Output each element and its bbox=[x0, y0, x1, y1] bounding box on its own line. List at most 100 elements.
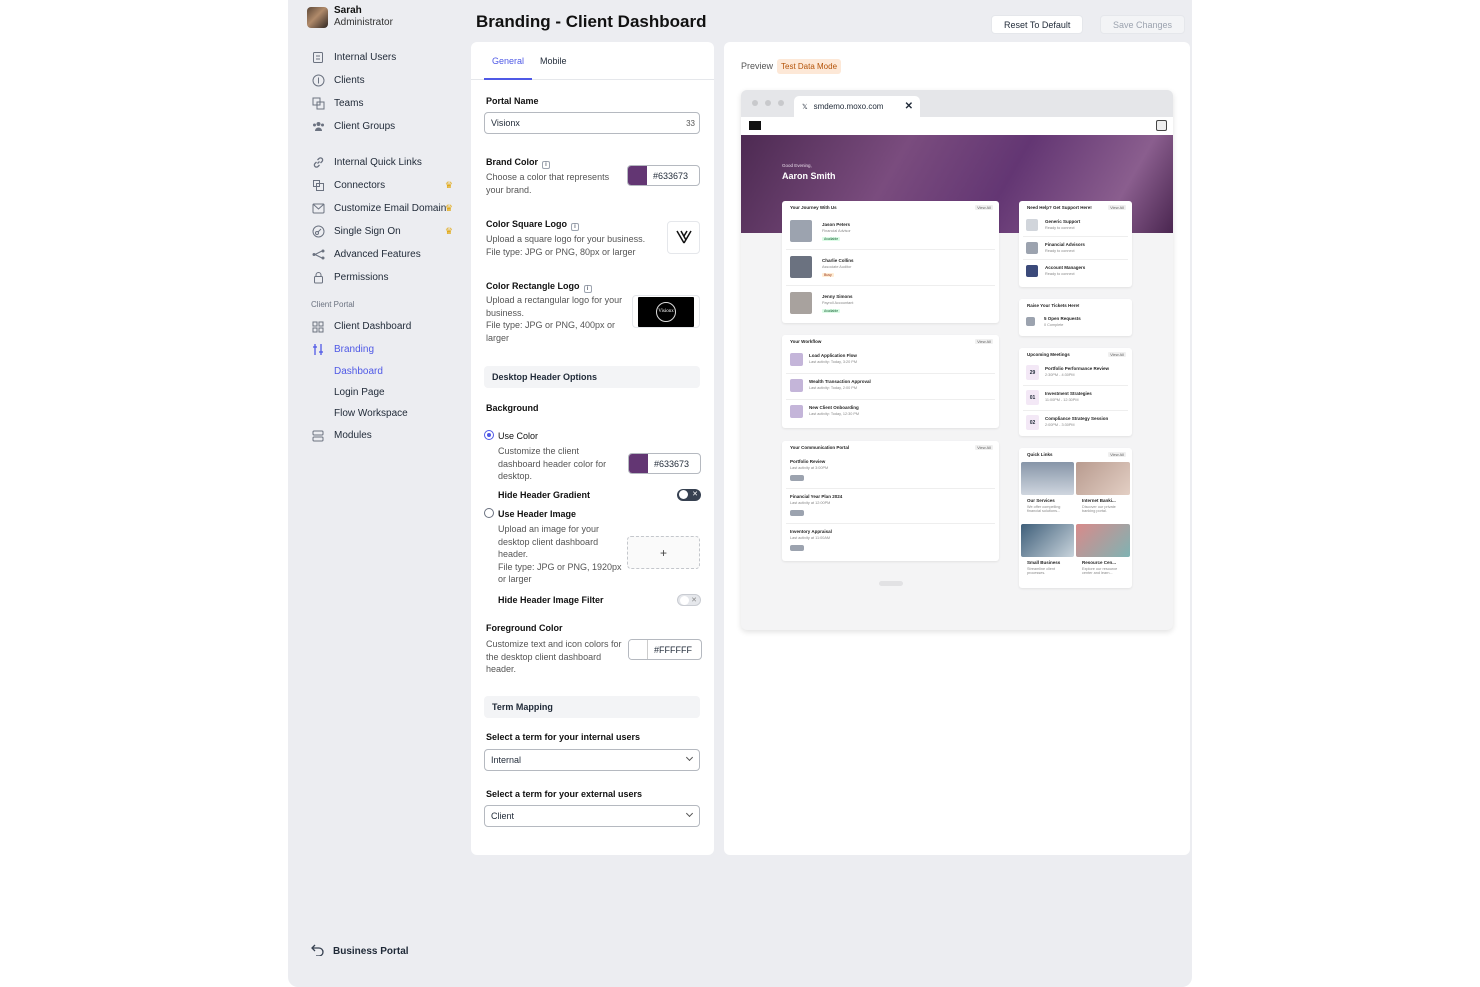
list-item[interactable]: Financial Advisors Ready to connect bbox=[1023, 237, 1128, 260]
close-icon: ✕ bbox=[691, 597, 697, 604]
quick-link-sub: We offer compelling financial solutions.… bbox=[1027, 505, 1061, 513]
list-item[interactable]: Jenny Simons Payroll Accountant Availabl… bbox=[786, 286, 995, 322]
meeting-name: Compliance Strategy Session bbox=[1045, 416, 1109, 421]
sidebar-item-advanced[interactable]: Advanced Features bbox=[311, 243, 481, 266]
list-item[interactable]: Account Managers Ready to connect bbox=[1023, 260, 1128, 283]
list-item[interactable]: Charlie Collins Associate Auditor Busy bbox=[786, 250, 995, 286]
list-item[interactable]: Portfolio Review Last activity at 3:00PM bbox=[786, 454, 995, 489]
user-profile[interactable]: Sarah Administrator bbox=[307, 5, 393, 29]
quick-link-image[interactable] bbox=[1076, 524, 1130, 557]
sidebar-item-branding[interactable]: Branding bbox=[311, 338, 481, 361]
internal-term-select[interactable]: Internal bbox=[484, 749, 700, 771]
hide-filter-toggle[interactable]: ✕ bbox=[677, 594, 701, 606]
rect-logo-upload[interactable]: Visionx bbox=[632, 295, 700, 328]
conversation-sub: Last activity at 3:00PM bbox=[790, 466, 829, 470]
square-logo-desc: Upload a square logo for your business. F… bbox=[486, 233, 661, 258]
close-icon: ✕ bbox=[692, 491, 698, 498]
sidebar-subitem-login-page[interactable]: Login Page bbox=[311, 382, 481, 403]
communication-card: Your Communication Portal View All Portf… bbox=[782, 441, 999, 561]
list-item[interactable]: 02 Compliance Strategy Session 2:00PM - 3:… bbox=[1023, 411, 1128, 436]
tab-mobile[interactable]: Mobile bbox=[532, 42, 575, 79]
sidebar-item-label: Branding bbox=[334, 344, 375, 355]
view-all-link[interactable]: View All bbox=[975, 445, 993, 450]
list-item[interactable]: Generic Support Ready to connect bbox=[1023, 214, 1128, 237]
sidebar-item-quick-links[interactable]: Internal Quick Links bbox=[311, 151, 481, 174]
sidebar-item-sso[interactable]: Single Sign On ♛ bbox=[311, 220, 481, 243]
reset-to-default-button[interactable]: Reset To Default bbox=[991, 15, 1084, 34]
info-icon[interactable]: i bbox=[542, 161, 551, 169]
sliders-icon bbox=[311, 343, 325, 357]
quick-link-image[interactable] bbox=[1076, 462, 1130, 495]
info-icon[interactable]: i bbox=[583, 285, 592, 293]
list-item[interactable]: 01 Investment Strategies 11:00PM - 12:30PM bbox=[1023, 386, 1128, 411]
list-item[interactable]: Financial Year Plan 2024 Last activity at… bbox=[786, 489, 995, 524]
hide-filter-label: Hide Header Image Filter bbox=[498, 595, 604, 605]
tickets-count: 5 Open Requests bbox=[1044, 316, 1081, 321]
list-item[interactable]: 29 Portfolio Performance Review 2:30PM - 4… bbox=[1023, 361, 1128, 386]
header-color-picker[interactable]: #633673 bbox=[628, 453, 701, 474]
view-all-link[interactable]: View All bbox=[1108, 205, 1126, 210]
meetings-card: Upcoming Meetings View All 29 Portfolio P… bbox=[1019, 348, 1132, 436]
view-all-link[interactable]: View All bbox=[975, 339, 993, 344]
list-item[interactable]: Load Application Flow Last activity: Toda… bbox=[786, 348, 995, 374]
sidebar-item-client-groups[interactable]: Client Groups bbox=[311, 115, 481, 138]
test-data-badge: Test Data Mode bbox=[777, 59, 842, 74]
sidebar-item-modules[interactable]: Modules bbox=[311, 424, 481, 447]
quick-link-name: Small Business bbox=[1027, 560, 1061, 565]
status-badge: Available bbox=[822, 309, 841, 313]
use-image-radio[interactable] bbox=[484, 508, 494, 518]
hide-gradient-toggle[interactable]: ✕ bbox=[677, 489, 701, 501]
flow-name: New Client Onboarding bbox=[809, 405, 859, 410]
support-name: Account Managers bbox=[1045, 265, 1086, 270]
key-circle-icon bbox=[311, 225, 325, 239]
list-item[interactable]: Jason Peters Financial Advisor Available bbox=[786, 214, 995, 250]
brand-color-desc: Choose a color that represents your bran… bbox=[486, 172, 610, 195]
rect-logo-preview: Visionx bbox=[638, 296, 694, 327]
support-name: Financial Advisors bbox=[1045, 242, 1085, 247]
foreground-color-picker[interactable]: #FFFFFF bbox=[628, 639, 702, 660]
business-portal-link[interactable]: Business Portal bbox=[311, 944, 409, 959]
sidebar-item-teams[interactable]: Teams bbox=[311, 92, 481, 115]
header-image-upload[interactable]: + bbox=[627, 536, 700, 569]
save-changes-button[interactable]: Save Changes bbox=[1100, 15, 1186, 34]
sidebar-item-clients[interactable]: Clients bbox=[311, 69, 481, 92]
sidebar-subitem-dashboard[interactable]: Dashboard bbox=[311, 361, 481, 382]
list-item[interactable]: New Client Onboarding Last activity: Toda… bbox=[786, 400, 995, 426]
meeting-name: Portfolio Performance Review bbox=[1045, 366, 1110, 371]
sidebar-item-permissions[interactable]: Permissions bbox=[311, 266, 481, 289]
support-name: Generic Support bbox=[1045, 219, 1081, 224]
quick-link-sub: Streamline client processes. bbox=[1027, 567, 1056, 575]
quick-link-image[interactable] bbox=[1021, 524, 1074, 557]
lock-icon bbox=[311, 271, 325, 285]
use-color-label: Use Color bbox=[498, 431, 539, 441]
brand-color-picker[interactable]: #633673 bbox=[627, 165, 700, 186]
use-image-desc-1: Upload an image for your desktop client … bbox=[498, 524, 600, 559]
preview-label: Preview bbox=[741, 61, 774, 71]
use-color-radio[interactable] bbox=[484, 430, 494, 440]
sidebar-item-client-dashboard[interactable]: Client Dashboard bbox=[311, 315, 481, 338]
list-item[interactable]: Wealth Transaction Approval Last activity… bbox=[786, 374, 995, 400]
external-term-select[interactable]: Client bbox=[484, 805, 700, 827]
info-icon[interactable]: i bbox=[571, 223, 579, 231]
tab-general[interactable]: General bbox=[484, 42, 533, 80]
view-all-link[interactable]: View All bbox=[1108, 352, 1126, 357]
portal-name-input[interactable]: Visionx 33 bbox=[484, 112, 700, 134]
view-all-link[interactable]: View All bbox=[975, 205, 993, 210]
sidebar-item-email-domain[interactable]: Customize Email Domain ♛ bbox=[311, 197, 481, 220]
quick-link-image[interactable] bbox=[1021, 462, 1074, 495]
sidebar-item-internal-users[interactable]: Internal Users bbox=[311, 46, 481, 69]
favicon-icon: 𝕏 bbox=[802, 103, 808, 111]
square-logo-upload[interactable] bbox=[667, 221, 700, 254]
square-logo-desc-1: Upload a square logo for your business. bbox=[486, 234, 646, 244]
sidebar-item-label: Client Dashboard bbox=[334, 321, 412, 332]
settings-panel: General Mobile Portal Name Visionx 33 Br… bbox=[471, 42, 714, 855]
business-portal-label: Business Portal bbox=[333, 946, 409, 957]
portal-logo bbox=[749, 121, 761, 130]
list-item[interactable]: Inventory Appraisal Last activity at 11:0… bbox=[786, 524, 995, 559]
tickets-card[interactable]: Raise Your Tickets Here! 5 Open Requests… bbox=[1019, 299, 1132, 336]
sidebar-subitem-flow-workspace[interactable]: Flow Workspace bbox=[311, 403, 481, 424]
sidebar-item-connectors[interactable]: Connectors ♛ bbox=[311, 174, 481, 197]
view-all-link[interactable]: View All bbox=[1108, 452, 1126, 457]
header-color-value: #633673 bbox=[654, 458, 690, 469]
meeting-time: 11:00PM - 12:30PM bbox=[1045, 398, 1079, 402]
